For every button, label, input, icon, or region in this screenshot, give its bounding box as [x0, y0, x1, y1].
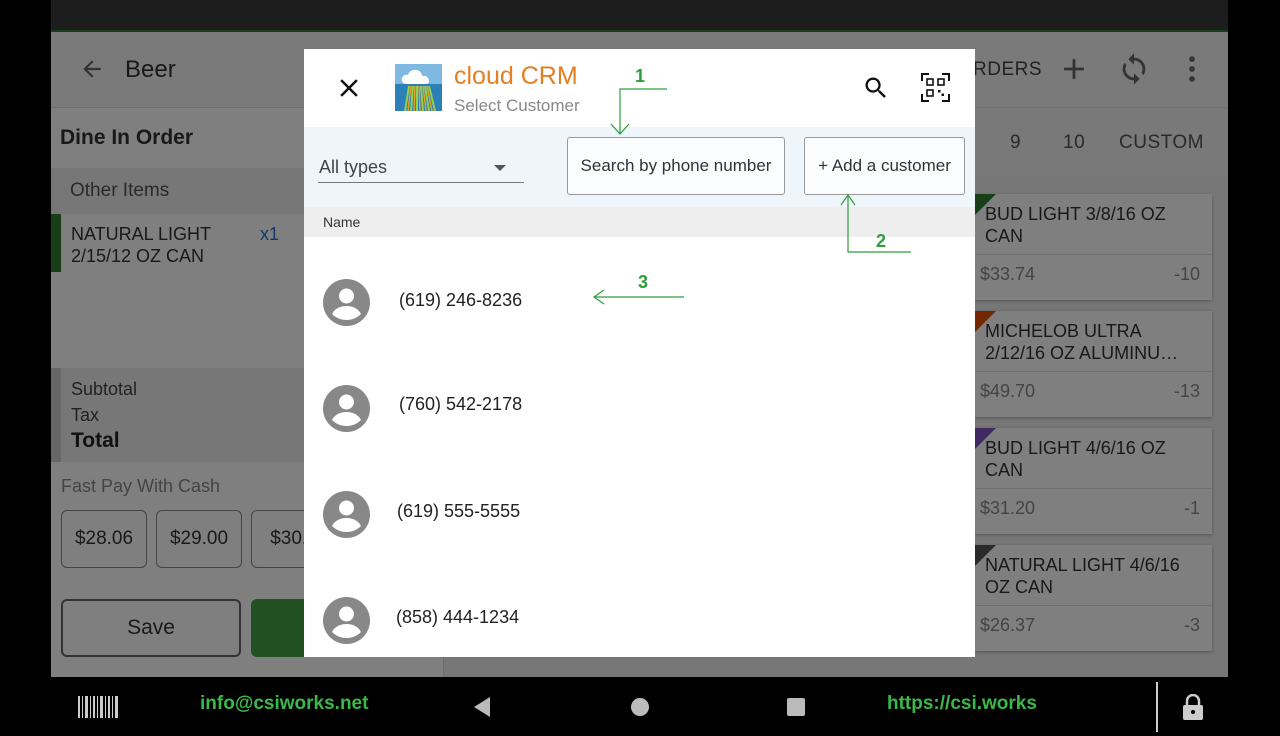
- avatar-icon: [323, 385, 370, 432]
- nav-recents-icon[interactable]: [787, 698, 805, 716]
- close-icon[interactable]: [334, 73, 364, 103]
- customer-row[interactable]: (760) 542-2178: [304, 355, 975, 461]
- avatar-icon: [323, 279, 370, 326]
- nav-back-icon[interactable]: [472, 696, 492, 718]
- dialog-header: cloud CRM Select Customer: [304, 49, 975, 127]
- annotation-2: 2: [876, 231, 887, 251]
- customer-row[interactable]: (858) 444-1234: [304, 567, 975, 657]
- barcode-icon[interactable]: [78, 696, 118, 718]
- nav-home-icon[interactable]: [631, 698, 649, 716]
- avatar-icon: [323, 597, 370, 644]
- system-nav-bar: info@csiworks.net https://csi.works: [0, 677, 1280, 736]
- customer-row[interactable]: (619) 555-5555: [304, 461, 975, 567]
- select-customer-dialog: cloud CRM Select Customer All types Sear…: [304, 49, 975, 657]
- contact-email[interactable]: info@csiworks.net: [200, 693, 368, 715]
- customer-phone: (760) 542-2178: [399, 394, 523, 414]
- dialog-subtitle: Select Customer: [454, 96, 580, 115]
- brand-name: cloud CRM: [454, 62, 578, 90]
- cloud-crm-logo-icon: [395, 64, 442, 111]
- customer-phone: (619) 555-5555: [397, 501, 521, 521]
- dropdown-arrow-icon: [494, 165, 506, 171]
- search-by-phone-button[interactable]: Search by phone number: [567, 137, 785, 195]
- add-customer-button[interactable]: + Add a customer: [804, 137, 965, 195]
- search-icon[interactable]: [862, 74, 890, 102]
- customer-phone: (619) 246-8236: [399, 290, 523, 310]
- customer-row[interactable]: (619) 246-8236: [304, 249, 975, 355]
- annotation-1: 1: [635, 66, 646, 86]
- website-url[interactable]: https://csi.works: [887, 693, 1037, 715]
- lock-icon[interactable]: [1182, 694, 1204, 720]
- filter-bar: All types Search by phone number + Add a…: [304, 127, 975, 207]
- annotation-3: 3: [638, 272, 649, 292]
- customer-type-select[interactable]: All types: [318, 153, 524, 183]
- qr-scan-icon[interactable]: [921, 73, 950, 102]
- nav-divider: [1156, 682, 1158, 732]
- select-value: All types: [319, 157, 388, 177]
- customer-phone: (858) 444-1234: [396, 607, 520, 627]
- avatar-icon: [323, 491, 370, 538]
- column-header-name: Name: [304, 207, 975, 237]
